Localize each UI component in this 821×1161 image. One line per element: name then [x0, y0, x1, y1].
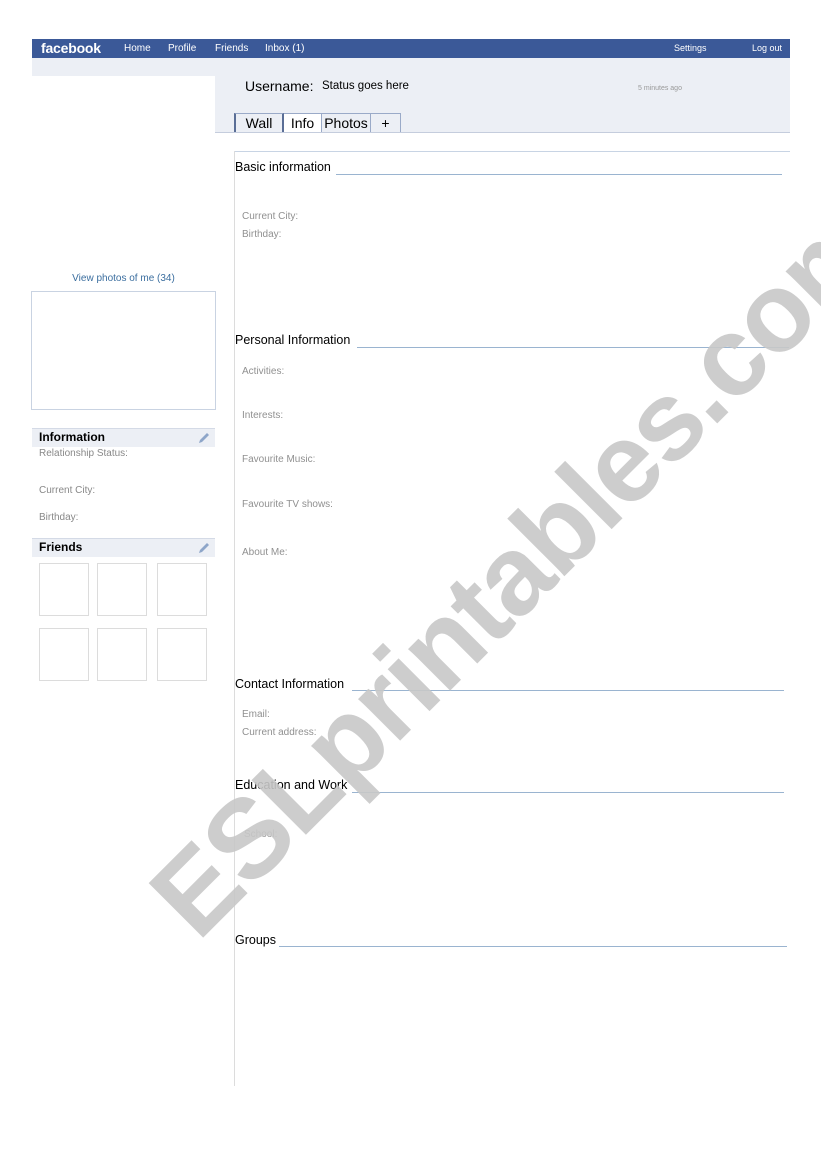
friends-title: Friends — [39, 540, 83, 554]
field-birthday: Birthday: — [242, 229, 282, 240]
section-personal-information: Personal Information — [235, 333, 351, 347]
field-favourite-music: Favourite Music: — [242, 454, 316, 465]
tab-wall[interactable]: Wall — [234, 113, 284, 132]
tab-photos[interactable]: Photos — [322, 113, 371, 132]
nav-inbox[interactable]: Inbox (1) — [265, 39, 304, 58]
friend-thumbnail[interactable] — [157, 563, 207, 616]
field-activities: Activities: — [242, 366, 285, 377]
info-relationship-status: Relationship Status: — [39, 448, 128, 459]
friend-thumbnail[interactable] — [157, 628, 207, 681]
pencil-icon[interactable] — [197, 431, 211, 445]
field-school: School: — [244, 829, 278, 840]
facebook-logo[interactable]: facebook — [41, 39, 101, 58]
friend-thumbnail[interactable] — [39, 628, 89, 681]
tab-info[interactable]: Info — [284, 113, 322, 132]
nav-settings[interactable]: Settings — [674, 39, 707, 58]
field-email: Email: — [242, 709, 270, 720]
tab-add[interactable]: + — [371, 113, 401, 132]
section-rule — [357, 347, 789, 348]
section-rule — [336, 174, 782, 175]
friend-thumbnail[interactable] — [39, 563, 89, 616]
header-band — [32, 58, 790, 76]
info-birthday: Birthday: — [39, 512, 79, 523]
nav-home[interactable]: Home — [124, 39, 151, 58]
nav-profile[interactable]: Profile — [168, 39, 196, 58]
nav-friends[interactable]: Friends — [215, 39, 248, 58]
section-groups: Groups — [235, 933, 276, 947]
information-title: Information — [39, 430, 105, 444]
top-nav-bar: facebook Home Profile Friends Inbox (1) … — [32, 39, 790, 58]
field-favourite-tv-shows: Favourite TV shows: — [242, 499, 333, 510]
section-rule — [352, 690, 784, 691]
watermark: ESLprintables.com — [126, 178, 821, 960]
friends-header: Friends — [32, 538, 215, 557]
section-basic-information: Basic information — [235, 160, 331, 174]
section-rule — [352, 792, 784, 793]
profile-photo[interactable] — [31, 291, 216, 410]
field-interests: Interests: — [242, 410, 284, 421]
field-current-address: Current address: — [242, 727, 317, 738]
divider — [234, 151, 790, 152]
section-education-and-work: Education and Work — [235, 778, 348, 792]
status-timestamp: 5 minutes ago — [638, 85, 682, 92]
view-photos-link[interactable]: View photos of me (34) — [32, 273, 215, 284]
section-rule — [279, 946, 787, 947]
pencil-icon[interactable] — [197, 541, 211, 555]
field-about-me: About Me: — [242, 547, 288, 558]
username-label: Username: — [245, 78, 314, 94]
nav-logout[interactable]: Log out — [752, 39, 782, 58]
section-contact-information: Contact Information — [235, 677, 345, 691]
field-current-city: Current City: — [242, 211, 299, 222]
status-text[interactable]: Status goes here — [322, 80, 409, 92]
information-header: Information — [32, 428, 215, 447]
friend-thumbnail[interactable] — [97, 628, 147, 681]
friend-thumbnail[interactable] — [97, 563, 147, 616]
info-current-city: Current City: — [39, 485, 96, 496]
